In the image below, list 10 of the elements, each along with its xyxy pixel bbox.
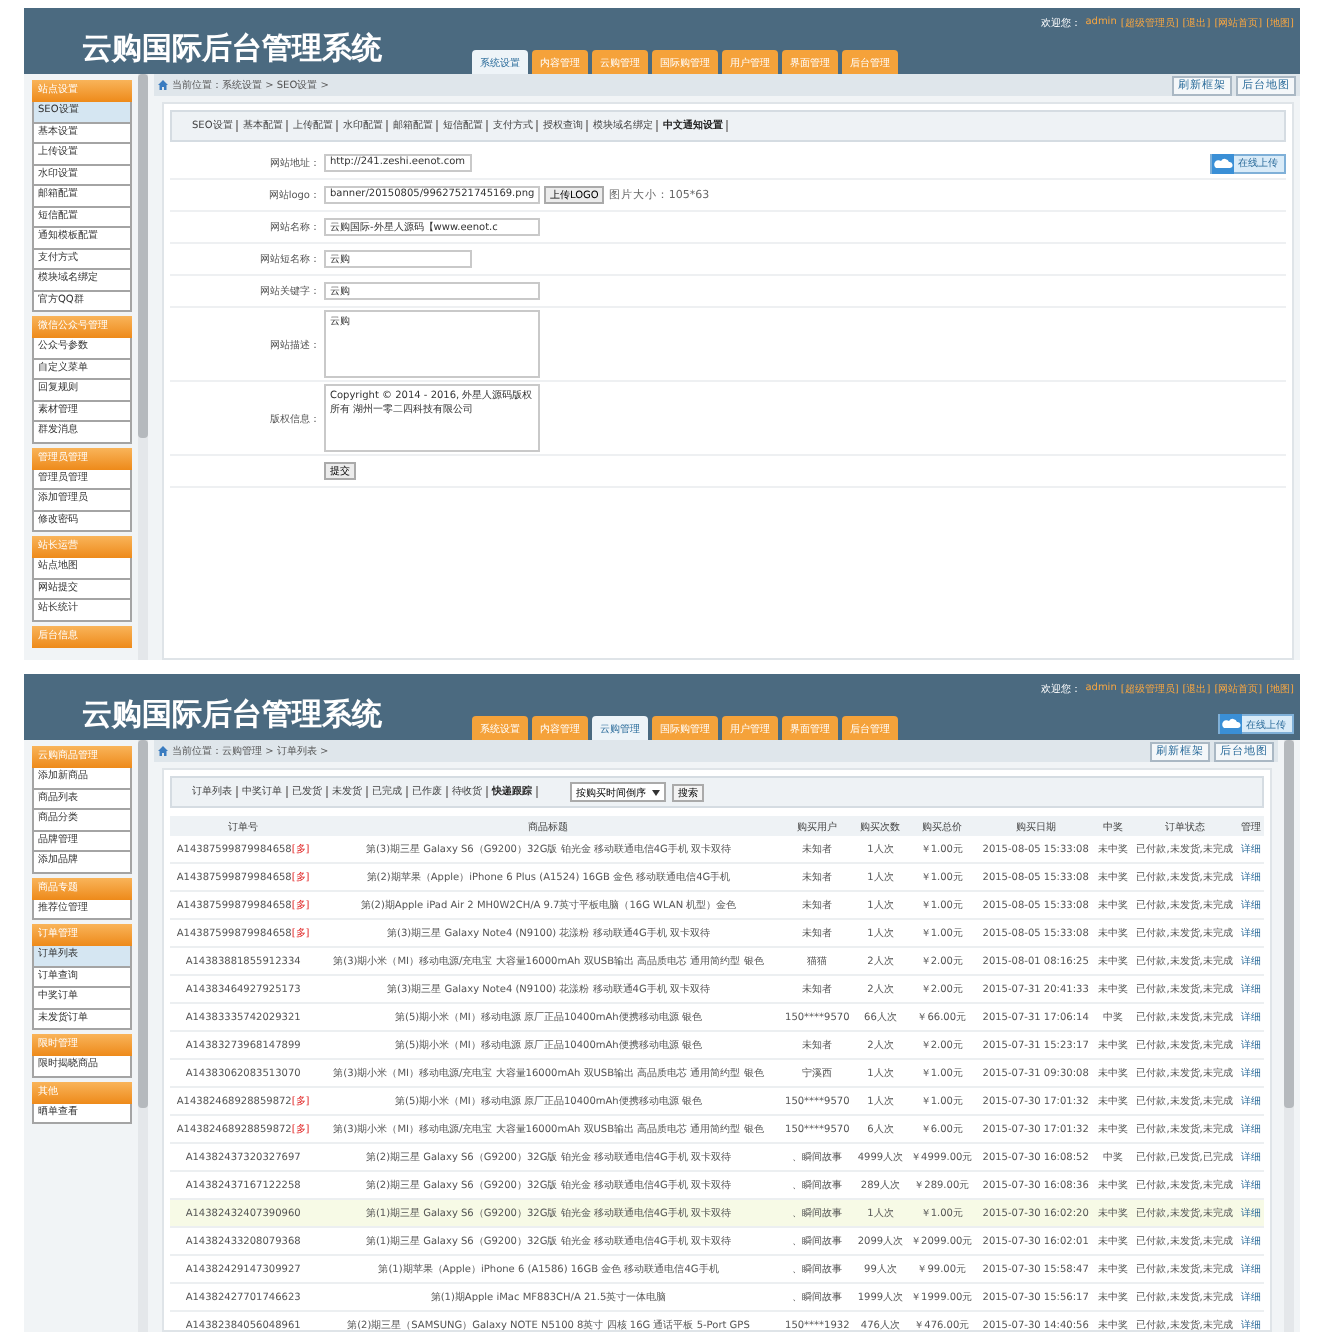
scrollbar[interactable]	[138, 74, 148, 660]
caret-icon	[652, 789, 660, 795]
scrollbar[interactable]	[1284, 740, 1294, 1332]
home-icon	[158, 80, 168, 90]
home-icon	[158, 746, 168, 756]
scrollbar[interactable]	[138, 740, 148, 1332]
site-title: 云购国际后台管理系统	[80, 28, 384, 70]
site-title: 云购国际后台管理系统	[80, 694, 384, 736]
cloud-icon	[1220, 714, 1242, 734]
cloud-icon	[1212, 153, 1234, 173]
